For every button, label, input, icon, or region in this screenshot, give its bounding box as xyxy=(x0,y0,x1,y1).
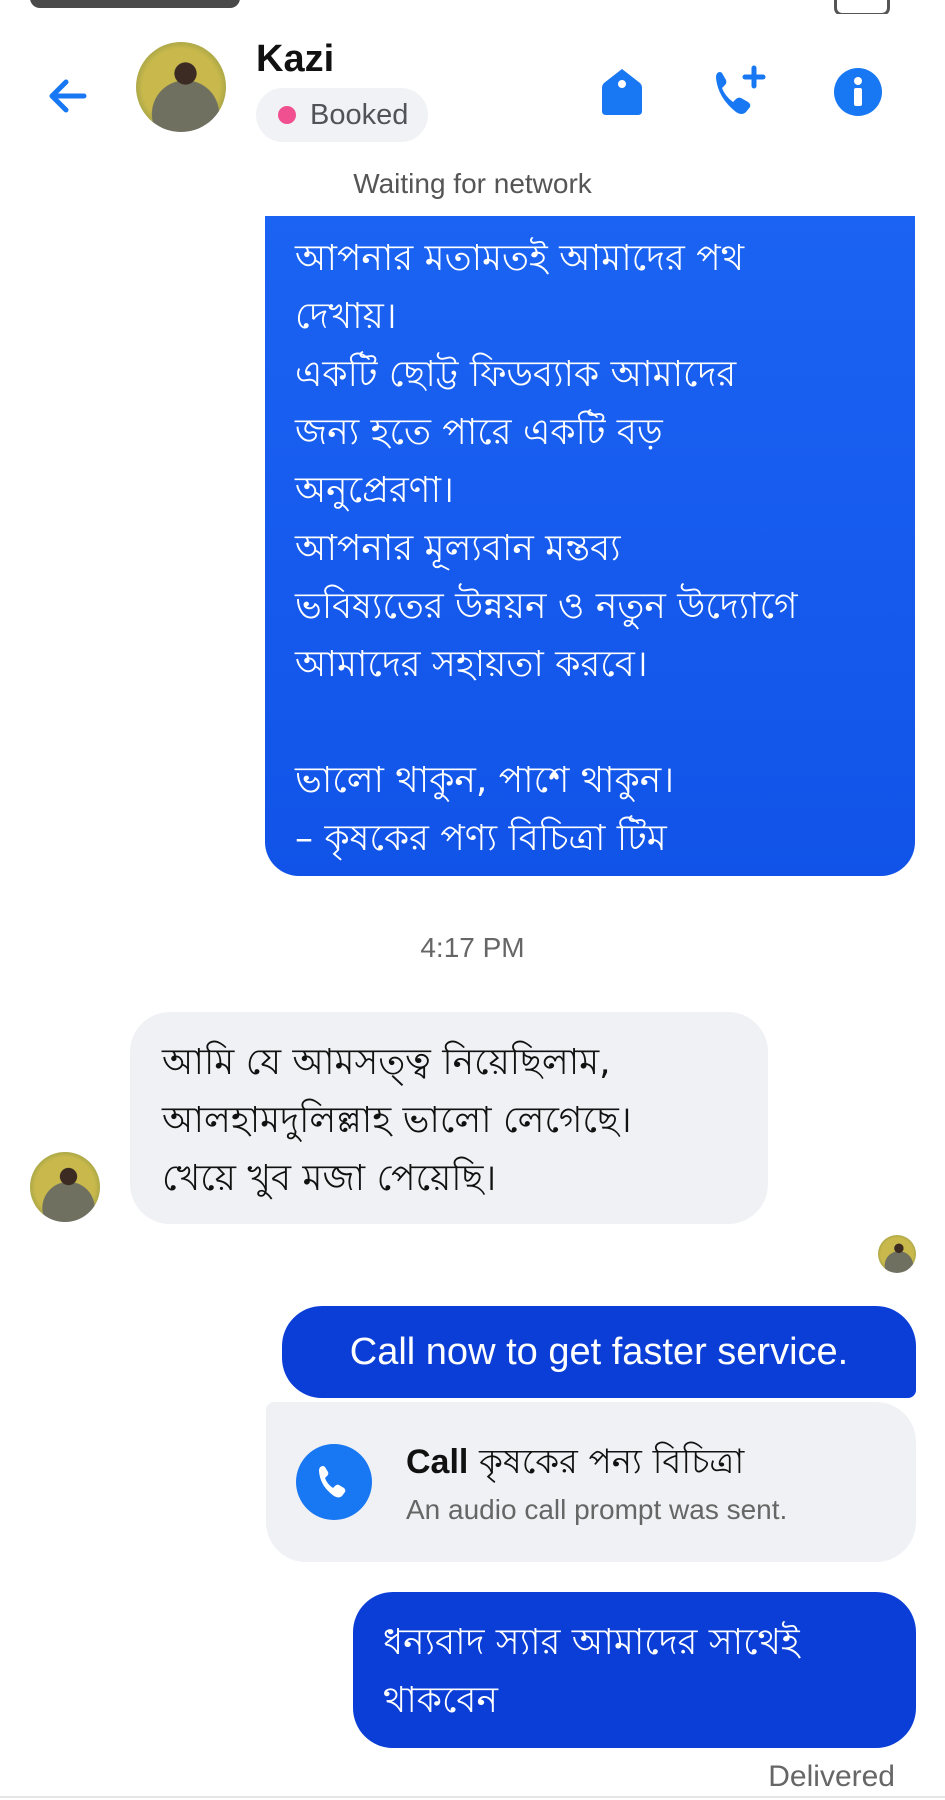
battery-icon xyxy=(834,0,890,14)
call-prompt-button[interactable] xyxy=(296,1444,372,1520)
chat-header: Kazi Booked xyxy=(0,20,945,160)
divider xyxy=(0,1796,945,1798)
status-bar xyxy=(0,0,945,14)
label-tag-button[interactable] xyxy=(590,60,654,124)
message-line: – কৃষকের পণ্য বিচিত্রা টিম xyxy=(295,818,667,859)
label-text: Booked xyxy=(310,98,409,131)
outgoing-message-call-now[interactable]: Call now to get faster service. xyxy=(282,1306,916,1398)
message-line: ধন্যবাদ স্যার আমাদের সাথেই xyxy=(383,1622,800,1663)
delivery-status: Delivered xyxy=(768,1760,895,1793)
add-call-icon xyxy=(716,65,766,114)
tag-icon xyxy=(602,69,642,115)
message-line: আমি যে আমসত্ত্ব নিয়েছিলাম, xyxy=(162,1042,611,1083)
seen-receipt-avatar xyxy=(878,1235,916,1273)
back-button[interactable] xyxy=(40,68,96,124)
outgoing-message-feedback[interactable]: আপনার মতামতই আমাদের পথ দেখায়। একটি ছোট্… xyxy=(265,216,915,876)
conversation-info-button[interactable] xyxy=(826,60,890,124)
phone-icon xyxy=(319,1466,346,1498)
message-line: ভবিষ্যতের উন্নয়ন ও নতুন উদ্যোগে xyxy=(295,586,798,627)
message-line: অনুপ্রেরণা। xyxy=(295,470,454,511)
contact-avatar[interactable] xyxy=(136,42,226,132)
status-bar-left-icons xyxy=(30,0,240,8)
contact-name[interactable]: Kazi xyxy=(256,38,334,81)
sender-avatar[interactable] xyxy=(30,1152,100,1222)
info-icon xyxy=(834,68,882,116)
back-arrow-icon xyxy=(49,79,87,113)
audio-call-button[interactable] xyxy=(708,60,772,124)
call-prompt-subtitle: An audio call prompt was sent. xyxy=(406,1494,788,1525)
message-timestamp: 4:17 PM xyxy=(420,932,525,963)
message-line: দেখায়। xyxy=(295,296,397,337)
call-prompt-card[interactable]: Call কৃষকের পন্য বিচিত্রা An audio call … xyxy=(266,1402,916,1562)
call-prompt-title-prefix: Call xyxy=(406,1443,469,1481)
call-prompt-title: Call কৃষকের পন্য বিচিত্রা xyxy=(406,1436,744,1493)
message-line: আলহামদুলিল্লাহ ভালো লেগেছে। xyxy=(162,1100,632,1141)
call-prompt-business-name: কৃষকের পন্য বিচিত্রা xyxy=(479,1442,745,1482)
message-line: আপনার মতামতই আমাদের পথ xyxy=(295,238,745,279)
message-line: আমাদের সহায়তা করবে। xyxy=(295,644,648,685)
label-dot-icon xyxy=(278,106,296,124)
outgoing-message-thanks[interactable]: ধন্যবাদ স্যার আমাদের সাথেই থাকবেন xyxy=(353,1592,916,1748)
message-line: জন্য হতে পারে একটি বড় xyxy=(295,412,663,453)
message-line: ভালো থাকুন, পাশে থাকুন। xyxy=(295,760,675,801)
contact-label-badge[interactable]: Booked xyxy=(256,88,429,142)
message-line: আপনার মূল্যবান মন্তব্য xyxy=(295,528,621,569)
network-status: Waiting for network xyxy=(353,168,592,199)
incoming-message[interactable]: আমি যে আমসত্ত্ব নিয়েছিলাম, আলহামদুলিল্ল… xyxy=(130,1012,768,1224)
message-line: একটি ছোট্ট ফিডব্যাক আমাদের xyxy=(295,354,737,395)
message-line: থাকবেন xyxy=(383,1680,498,1721)
messenger-chat-screen: Kazi Booked Waiting for network আপনার মত… xyxy=(0,0,945,1800)
message-line: খেয়ে খুব মজা পেয়েছি। xyxy=(162,1158,497,1199)
